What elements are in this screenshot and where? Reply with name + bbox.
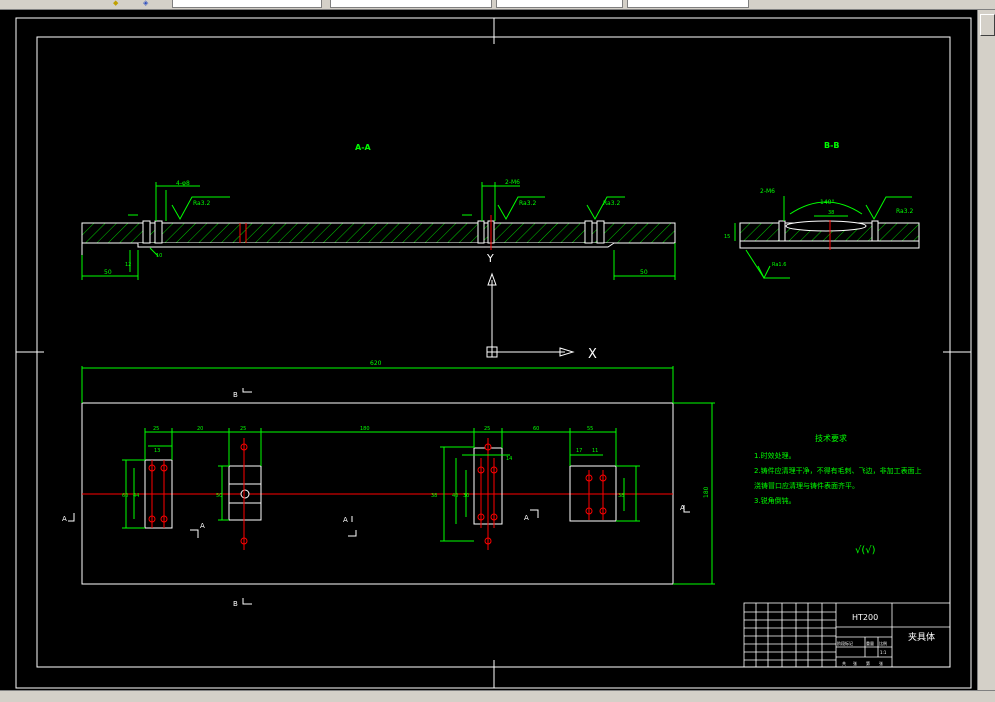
section-label-a3: A xyxy=(343,516,348,524)
ucs-y-label: Y xyxy=(486,252,494,265)
aa-roughness-2: Ra3.2 xyxy=(519,200,536,207)
plan-dim-17: 17 xyxy=(576,448,582,454)
aa-note-holes: 4-φ8 xyxy=(176,180,190,187)
vertical-scrollbar[interactable] xyxy=(977,10,995,690)
plan-dim-13: 13 xyxy=(154,448,160,454)
bb-roughness-bottom: Ra1.6 xyxy=(772,262,786,268)
bottom-strip xyxy=(0,690,995,702)
plan-dim-25b: 25 xyxy=(240,426,246,432)
section-bb-view xyxy=(734,196,920,280)
properties-icon[interactable]: ◈ xyxy=(143,0,151,7)
ucs-x-label: X xyxy=(588,347,597,362)
bb-dim-top: 38 xyxy=(828,210,834,216)
tech-requirement-1: 1.时效处理。 xyxy=(754,451,796,460)
plan-dim-30: 30 xyxy=(463,493,469,499)
plan-dim-38: 38 xyxy=(431,493,437,499)
section-label-b-bottom: B xyxy=(233,600,238,608)
section-aa-title: A-A xyxy=(355,143,372,152)
sheet-border xyxy=(15,17,972,689)
layer-icon[interactable]: ◆ xyxy=(113,0,121,7)
plan-dim-44: 44 xyxy=(133,493,139,499)
plan-dim-11: 11 xyxy=(592,448,598,454)
tech-requirement-2: 2.铸件应清理干净，不得有毛刺、飞边，非加工表面上 xyxy=(754,466,922,475)
title-label-scale: 比例 xyxy=(879,640,887,646)
plan-dim-38b: 38 xyxy=(618,493,624,499)
plan-dim-60: 60 xyxy=(533,426,539,432)
linetype-dropdown[interactable] xyxy=(496,0,623,8)
color-dropdown[interactable] xyxy=(330,0,492,8)
bb-roughness: Ra3.2 xyxy=(896,208,913,215)
tech-requirement-4: 3.锐角倒钝。 xyxy=(754,496,796,505)
bb-note: 2-M6 xyxy=(760,188,775,195)
lineweight-dropdown[interactable] xyxy=(627,0,749,8)
aa-dim-height: 12 xyxy=(125,262,131,268)
title-part-name: 夹具体 xyxy=(908,631,935,643)
plan-dim-50: 50 xyxy=(216,493,222,499)
section-label-a1: A xyxy=(62,515,67,523)
plan-dim-55: 55 xyxy=(587,426,593,432)
aa-note-center: 2-M6 xyxy=(505,179,520,186)
center-marks xyxy=(16,18,971,688)
title-sheet-3: 第 xyxy=(866,660,870,666)
aa-roughness-3: Ra3.2 xyxy=(603,200,620,207)
title-sheet-2: 张 xyxy=(853,660,857,666)
plan-dim-14: 14 xyxy=(506,456,512,462)
section-aa-view xyxy=(81,182,676,280)
plan-dim-60-left: 60 xyxy=(122,493,128,499)
title-sheet-1: 共 xyxy=(842,660,846,666)
title-material: HT200 xyxy=(852,613,878,622)
aa-roughness-1: Ra3.2 xyxy=(193,200,210,207)
section-bb-title: B-B xyxy=(824,141,840,150)
aa-dim-left: 50 xyxy=(104,269,112,276)
bb-angle: 140° xyxy=(820,199,834,206)
plan-dim-overall-height: 180 xyxy=(703,486,710,498)
title-label-stage: 阶段标记 xyxy=(837,640,853,646)
section-label-a5: A xyxy=(680,504,685,512)
bb-dim-height: 15 xyxy=(724,234,730,240)
ucs-icon xyxy=(486,272,575,358)
scrollbar-thumb[interactable] xyxy=(980,14,995,36)
section-label-a2: A xyxy=(200,522,205,530)
layer-dropdown[interactable] xyxy=(172,0,322,8)
plan-view xyxy=(68,366,715,605)
surface-symbol-other: √(√) xyxy=(855,545,876,556)
title-label-weight: 重量 xyxy=(866,640,874,646)
drawing-canvas[interactable]: A-A 4-φ8 2-M6 Ra3.2 Ra3.2 Ra3.2 50 50 12… xyxy=(0,9,977,690)
aa-dim-small: 10 xyxy=(156,253,162,259)
aa-dim-right: 50 xyxy=(640,269,648,276)
tech-requirement-3: 浇铸冒口应清理与铸件表面齐平。 xyxy=(754,481,859,490)
plan-dim-25c: 25 xyxy=(484,426,490,432)
plan-dim-180: 180 xyxy=(360,426,370,432)
plan-dim-25a: 25 xyxy=(153,426,159,432)
title-scale-value: 1:1 xyxy=(880,650,887,655)
title-sheet-4: 张 xyxy=(879,660,883,666)
tech-requirements-title: 技术要求 xyxy=(815,433,847,443)
plan-dim-20: 20 xyxy=(197,426,203,432)
plan-dim-40: 40 xyxy=(452,493,458,499)
plan-dim-overall-width: 620 xyxy=(370,360,382,367)
section-label-a4: A xyxy=(524,514,529,522)
section-label-b-top: B xyxy=(233,391,238,399)
